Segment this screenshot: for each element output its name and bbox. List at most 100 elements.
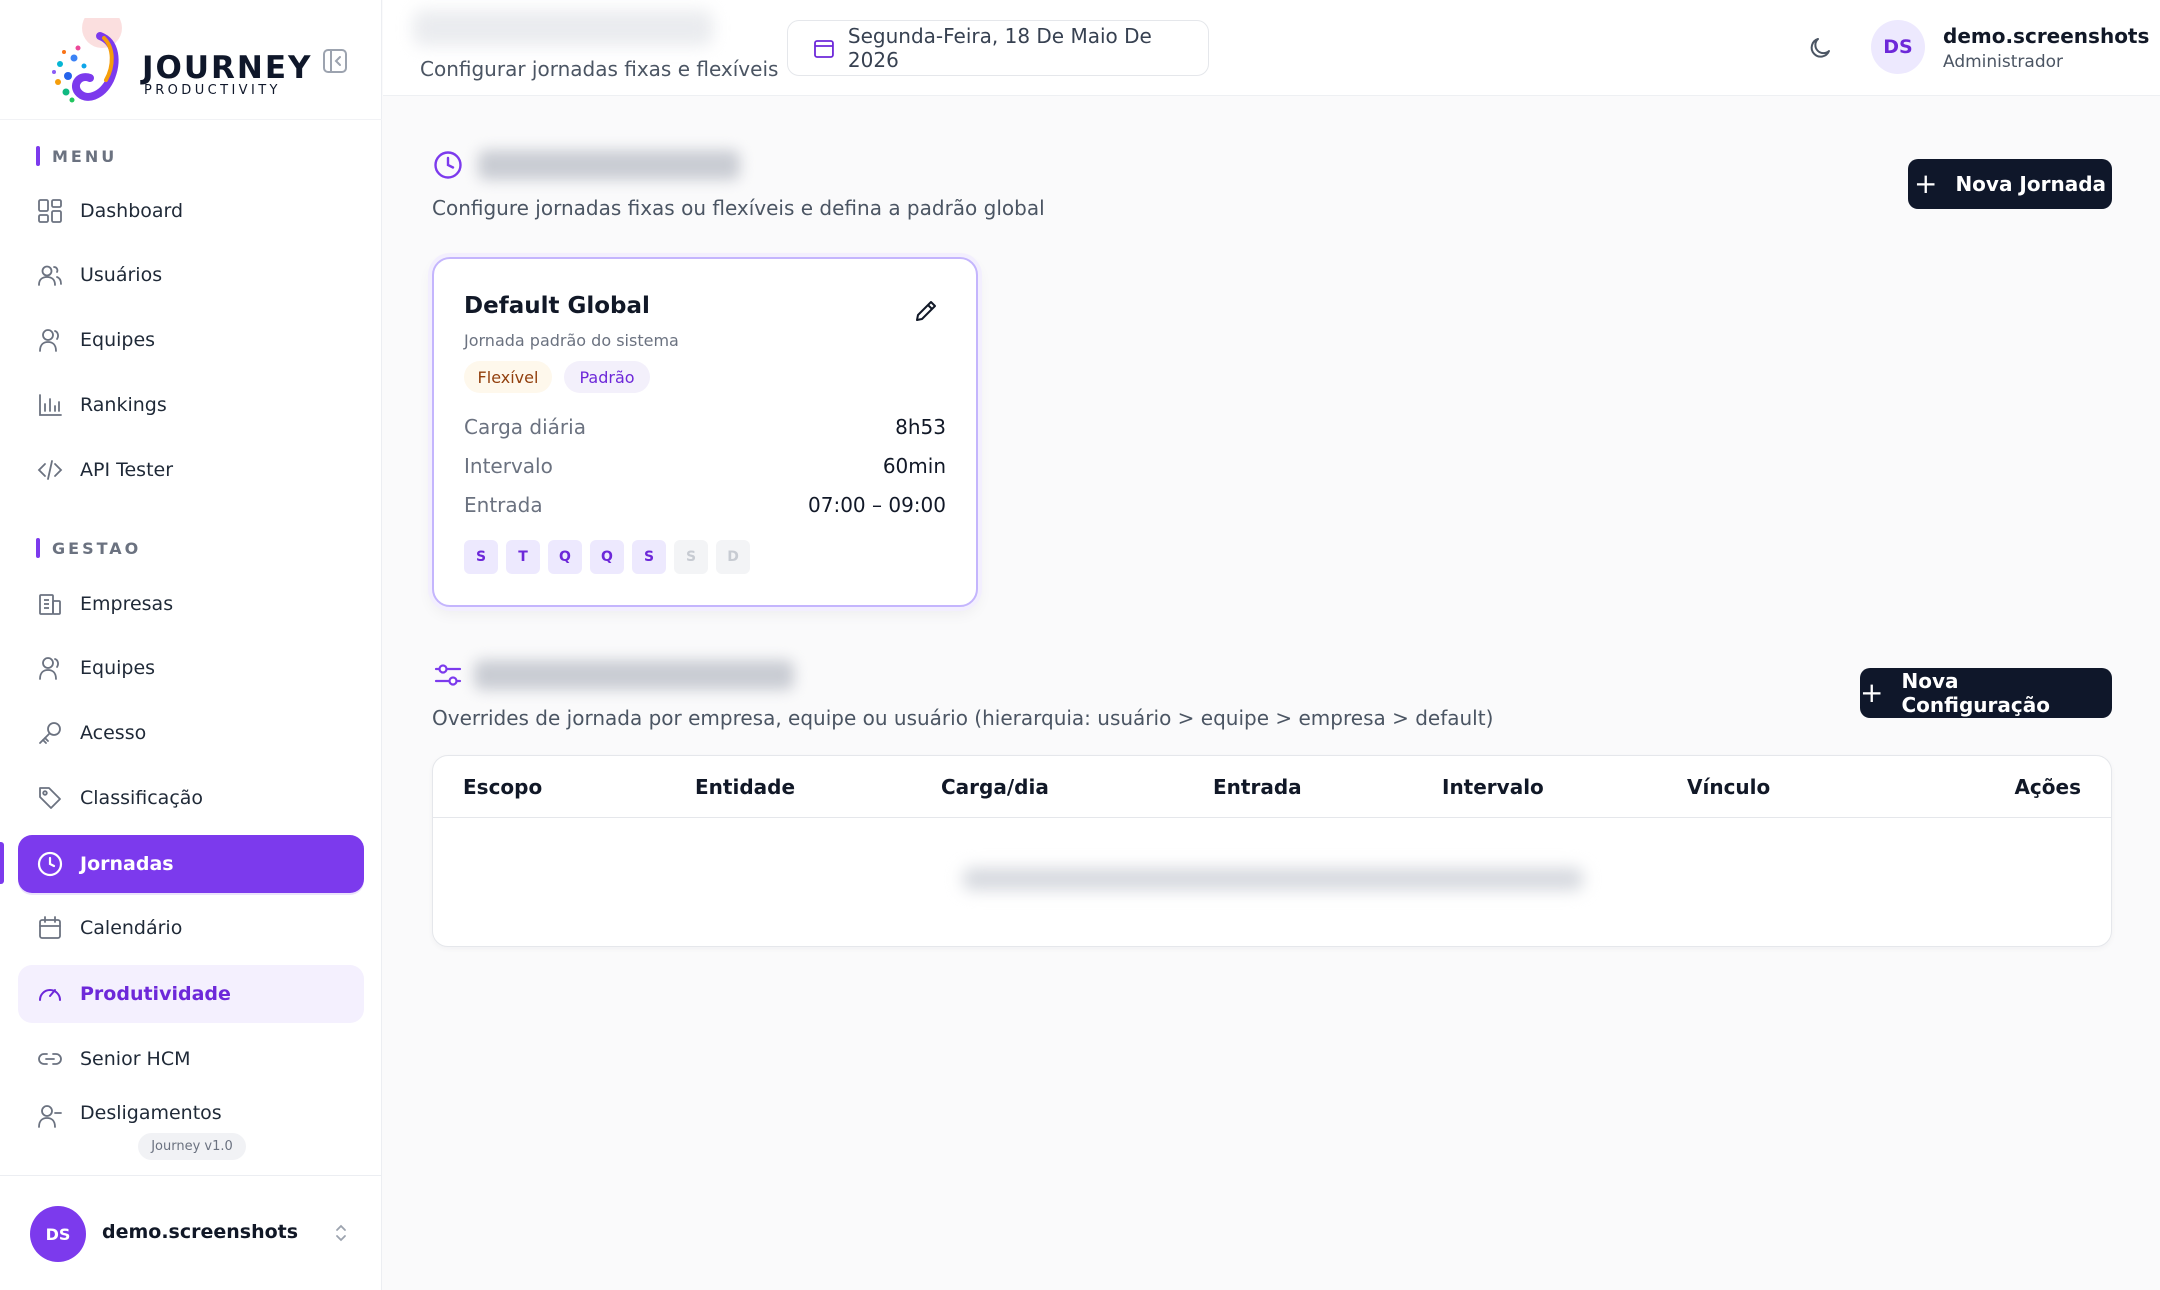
team-icon bbox=[36, 654, 64, 682]
link-icon bbox=[36, 1045, 64, 1073]
weekday-chip: D bbox=[716, 540, 750, 574]
sidebar-item-label: Empresas bbox=[80, 593, 174, 615]
weekday-chip: S bbox=[674, 540, 708, 574]
column-header-vinculo[interactable]: Vínculo bbox=[1687, 775, 1770, 799]
collapse-sidebar-icon[interactable] bbox=[322, 48, 348, 74]
blurred-page-title bbox=[413, 10, 713, 46]
sidebar-item-label: Rankings bbox=[80, 394, 167, 416]
sidebar-item-calendario[interactable]: Calendário bbox=[18, 899, 364, 957]
sidebar-item-label: Desligamentos bbox=[80, 1102, 222, 1124]
user-role: Administrador bbox=[1943, 52, 2064, 72]
clock-icon bbox=[434, 151, 462, 179]
carga-diaria-value: 8h53 bbox=[895, 415, 946, 439]
sidebar-item-label: Dashboard bbox=[80, 200, 184, 222]
intervalo-value: 60min bbox=[882, 454, 946, 478]
nova-configuracao-label: Nova Configuração bbox=[1901, 669, 2050, 717]
current-date: Segunda-Feira, 18 De Maio De 2026 bbox=[847, 24, 1152, 72]
weekday-chip: T bbox=[506, 540, 540, 574]
jornada-card[interactable]: Default Global Jornada padrão do sistema… bbox=[432, 257, 978, 607]
jornadas-description: Configure jornadas fixas ou flexíveis e … bbox=[432, 196, 1045, 220]
weekday-chip: S bbox=[464, 540, 498, 574]
clock-icon bbox=[36, 850, 64, 878]
page-subtitle: Configurar jornadas fixas e flexíveis bbox=[420, 57, 779, 81]
sliders-icon bbox=[434, 664, 462, 686]
avatar[interactable]: DS bbox=[1871, 20, 1925, 74]
sidebar-item-usuarios[interactable]: Usuários bbox=[18, 246, 364, 304]
sidebar: JOURNEY PRODUCTIVITY MENU Dashboard Usuá… bbox=[0, 0, 382, 1290]
sidebar-item-label: Classificação bbox=[80, 787, 204, 809]
config-table: Escopo Entidade Carga/dia Entrada Interv… bbox=[432, 755, 2112, 947]
sidebar-item-label: Usuários bbox=[80, 264, 163, 286]
column-header-escopo[interactable]: Escopo bbox=[463, 775, 542, 799]
sidebar-user-footer[interactable]: DS demo.screenshots bbox=[0, 1175, 382, 1290]
nova-jornada-button[interactable]: + Nova Jornada bbox=[1908, 159, 2112, 209]
sidebar-item-label: API Tester bbox=[80, 459, 174, 481]
sidebar-item-rankings[interactable]: Rankings bbox=[18, 376, 364, 434]
weekday-chip: Q bbox=[548, 540, 582, 574]
footer-user-name: demo.screenshots bbox=[102, 1221, 299, 1243]
badge-padrao: Padrão bbox=[564, 361, 650, 393]
sidebar-item-label: Equipes bbox=[80, 329, 156, 351]
jornada-card-title: Default Global bbox=[464, 293, 650, 319]
sidebar-item-label: Produtividade bbox=[80, 983, 231, 1005]
sidebar-item-desligamentos[interactable]: Desligamentos bbox=[18, 1094, 364, 1134]
avatar: DS bbox=[30, 1206, 86, 1262]
sidebar-item-produtividade[interactable]: Produtividade bbox=[18, 965, 364, 1023]
sidebar-item-api-tester[interactable]: API Tester bbox=[18, 441, 364, 499]
gauge-icon bbox=[36, 980, 64, 1008]
column-header-intervalo[interactable]: Intervalo bbox=[1442, 775, 1544, 799]
team-icon bbox=[36, 326, 64, 354]
sidebar-item-label: Calendário bbox=[80, 917, 183, 939]
blurred-section-title bbox=[478, 150, 740, 180]
intervalo-label: Intervalo bbox=[464, 454, 553, 478]
chevron-up-down-icon[interactable] bbox=[332, 1222, 350, 1244]
user-minus-icon bbox=[36, 1102, 64, 1130]
calendar-icon bbox=[36, 914, 64, 942]
tag-icon bbox=[36, 784, 64, 812]
sidebar-item-label: Jornadas bbox=[80, 853, 174, 875]
plus-icon: + bbox=[1913, 167, 1938, 200]
pencil-icon[interactable] bbox=[912, 297, 940, 325]
jornada-card-subtitle: Jornada padrão do sistema bbox=[464, 331, 679, 350]
key-icon bbox=[36, 719, 64, 747]
sidebar-item-empresas[interactable]: Empresas bbox=[18, 575, 364, 633]
column-header-acoes: Ações bbox=[2014, 775, 2081, 799]
column-header-entidade[interactable]: Entidade bbox=[695, 775, 795, 799]
nova-jornada-label: Nova Jornada bbox=[1955, 172, 2107, 196]
brand-title: JOURNEY bbox=[142, 50, 313, 86]
dashboard-icon bbox=[36, 197, 64, 225]
sidebar-item-classificacao[interactable]: Classificação bbox=[18, 769, 364, 827]
user-name: demo.screenshots bbox=[1943, 24, 2150, 48]
blurred-section-title bbox=[474, 660, 794, 690]
table-header: Escopo Entidade Carga/dia Entrada Interv… bbox=[433, 756, 2111, 818]
moon-icon[interactable] bbox=[1807, 34, 1835, 62]
gestao-section-label: GESTAO bbox=[36, 538, 141, 558]
nova-configuracao-button[interactable]: + Nova Configuração bbox=[1860, 668, 2112, 718]
building-icon bbox=[36, 590, 64, 618]
sidebar-item-equipes[interactable]: Equipes bbox=[18, 311, 364, 369]
active-indicator bbox=[0, 842, 4, 884]
code-icon bbox=[36, 456, 64, 484]
config-description: Overrides de jornada por empresa, equipe… bbox=[432, 706, 1494, 730]
weekday-chip: Q bbox=[590, 540, 624, 574]
users-icon bbox=[36, 261, 64, 289]
sidebar-item-label: Equipes bbox=[80, 657, 156, 679]
sidebar-item-dashboard[interactable]: Dashboard bbox=[18, 182, 364, 240]
sidebar-item-acesso[interactable]: Acesso bbox=[18, 704, 364, 762]
blurred-empty-state bbox=[963, 868, 1583, 890]
badge-flexivel: Flexível bbox=[464, 361, 552, 393]
logo-area: JOURNEY PRODUCTIVITY bbox=[0, 0, 382, 120]
carga-diaria-label: Carga diária bbox=[464, 415, 586, 439]
plus-icon: + bbox=[1860, 676, 1884, 709]
entrada-label: Entrada bbox=[464, 493, 543, 517]
sidebar-item-gestao-equipes[interactable]: Equipes bbox=[18, 639, 364, 697]
column-header-entrada[interactable]: Entrada bbox=[1213, 775, 1302, 799]
column-header-carga[interactable]: Carga/dia bbox=[941, 775, 1049, 799]
menu-section-label: MENU bbox=[36, 146, 117, 166]
date-display[interactable]: Segunda-Feira, 18 De Maio De 2026 bbox=[787, 20, 1209, 76]
sidebar-item-label: Senior HCM bbox=[80, 1048, 191, 1070]
sidebar-item-senior-hcm[interactable]: Senior HCM bbox=[18, 1030, 364, 1088]
calendar-icon bbox=[814, 40, 834, 58]
sidebar-item-jornadas[interactable]: Jornadas bbox=[18, 835, 364, 893]
brand-logo-icon[interactable] bbox=[44, 18, 140, 114]
